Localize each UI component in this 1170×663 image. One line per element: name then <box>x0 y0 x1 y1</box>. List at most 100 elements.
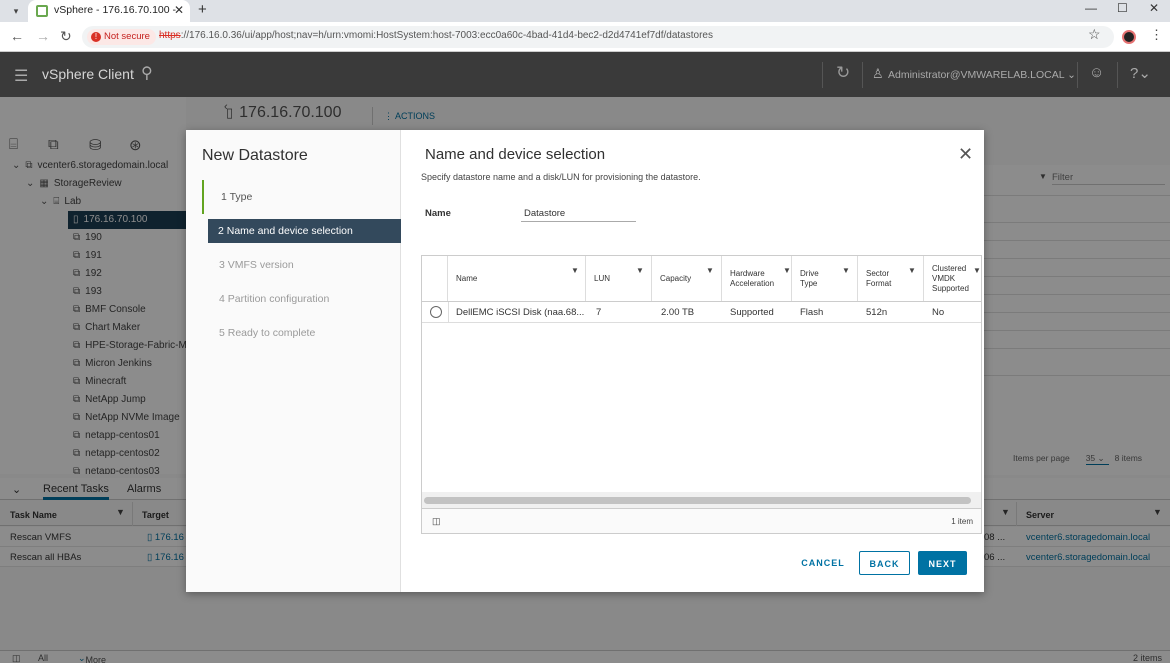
col-clustered-line1: Clustered <box>932 264 967 273</box>
device-sector-format: 512n <box>866 307 888 318</box>
step-type[interactable]: 1 Type <box>202 180 401 214</box>
col-sector-line2: Format <box>866 279 892 288</box>
not-secure-badge[interactable]: ! Not secure <box>87 29 156 45</box>
vsphere-favicon-icon <box>36 5 48 17</box>
new-tab-icon[interactable]: + <box>198 1 207 18</box>
vsphere-header: ☰ vSphere Client ⚲ ↻ ♙ Administrator@VMW… <box>0 52 1170 97</box>
maximize-icon[interactable]: ☐ <box>1117 1 1128 15</box>
wizard-content: Name and device selection Specify datast… <box>401 130 984 592</box>
new-datastore-dialog: New Datastore 1 Type 2 Name and device s… <box>186 130 984 592</box>
filter-icon[interactable]: ▼ <box>908 266 916 275</box>
search-icon[interactable]: ⚲ <box>141 63 153 83</box>
col-hw-accel-label: Hardware Acceleration <box>730 269 774 289</box>
device-name: DellEMC iSCSI Disk (naa.68... <box>456 307 585 318</box>
col-clustered-line3: Supported <box>932 284 969 293</box>
address-bar: ← → ↻ ! Not secure https://176.16.0.36/ui… <box>0 22 1170 52</box>
horizontal-scrollbar[interactable] <box>424 497 971 504</box>
step-vmfs-version: 3 VMFS version <box>219 259 294 271</box>
url-path: ://176.16.0.36/ui/app/host;nav=h/urn:vmo… <box>180 30 713 41</box>
close-icon[interactable]: ✕ <box>958 144 973 165</box>
hamburger-menu-icon[interactable]: ☰ <box>14 66 28 86</box>
device-drive-type: Flash <box>800 307 824 318</box>
wizard-title: New Datastore <box>202 147 308 164</box>
col-capacity[interactable]: Capacity ▼ <box>652 256 722 301</box>
col-capacity-label: Capacity <box>660 274 692 283</box>
device-radio[interactable] <box>430 306 442 318</box>
url-text[interactable]: https://176.16.0.36/ui/app/host;nav=h/ur… <box>159 30 713 41</box>
col-sector-line1: Sector <box>866 269 890 278</box>
bookmark-star-icon[interactable]: ☆ <box>1088 26 1101 43</box>
cancel-button[interactable]: CANCEL <box>798 551 848 575</box>
col-clustered-vmdk[interactable]: Clustered VMDK Supported ▼ <box>924 256 981 301</box>
header-divider <box>822 62 823 88</box>
forward-arrow-icon[interactable]: → <box>36 28 50 44</box>
filter-icon[interactable]: ▼ <box>706 266 714 275</box>
next-button[interactable]: NEXT <box>918 551 967 575</box>
browser-menu-icon[interactable]: ⋮ <box>1150 27 1163 43</box>
header-divider <box>1077 62 1078 88</box>
filter-icon[interactable]: ▼ <box>973 266 981 275</box>
feedback-smiley-icon[interactable]: ☺ <box>1089 64 1104 81</box>
reload-icon[interactable]: ↻ <box>60 28 72 45</box>
col-divider <box>448 302 449 322</box>
device-capacity: 2.00 TB <box>661 307 695 318</box>
step-partition: 4 Partition configuration <box>219 293 330 305</box>
col-name[interactable]: Name ▼ <box>448 256 586 301</box>
device-lun: 7 <box>596 307 602 318</box>
grid-footer: ◫ 1 item <box>422 508 981 533</box>
column-toggle-icon[interactable]: ◫ <box>432 516 441 527</box>
col-clustered-label: Clustered VMDK Supported <box>932 264 969 294</box>
device-clustered: No <box>932 307 945 318</box>
table-row[interactable]: DellEMC iSCSI Disk (naa.68... 7 2.00 TB … <box>422 302 981 323</box>
step-name-device[interactable]: 2 Name and device selection <box>208 219 401 243</box>
back-arrow-icon[interactable]: ← <box>10 28 24 44</box>
url-scheme: https <box>159 30 181 41</box>
col-sector-label: Sector Format <box>866 269 891 289</box>
filter-icon[interactable]: ▼ <box>571 266 579 275</box>
col-drive-type[interactable]: Drive Type ▼ <box>792 256 858 301</box>
back-button[interactable]: BACK <box>859 551 910 575</box>
refresh-icon[interactable]: ↻ <box>836 63 850 83</box>
help-icon[interactable]: ?⌄ <box>1130 64 1151 82</box>
url-omnibox[interactable]: ! Not secure https://176.16.0.36/ui/app/h… <box>82 26 1114 48</box>
profile-avatar-icon[interactable] <box>1122 30 1136 44</box>
tab-title: vSphere - 176.16.70.100 - Data <box>54 4 176 16</box>
header-divider <box>862 62 863 88</box>
close-tab-icon[interactable]: ✕ <box>174 3 184 17</box>
col-drive-line1: Drive <box>800 269 819 278</box>
close-window-icon[interactable]: ✕ <box>1149 1 1159 15</box>
col-select <box>422 256 448 301</box>
filter-icon[interactable]: ▼ <box>636 266 644 275</box>
wizard-steps: New Datastore 1 Type 2 Name and device s… <box>186 130 401 592</box>
col-drive-type-label: Drive Type <box>800 269 819 289</box>
warning-icon: ! <box>91 32 101 42</box>
col-lun-label: LUN <box>594 274 611 283</box>
col-hw-accel-line2: Acceleration <box>730 279 775 288</box>
not-secure-label: Not secure <box>104 31 150 42</box>
col-hw-accel-line1: Hardware <box>730 269 765 278</box>
header-divider <box>1117 62 1118 88</box>
pane-subtitle: Specify datastore name and a disk/LUN fo… <box>421 172 701 182</box>
browser-tab[interactable]: vSphere - 176.16.70.100 - Data ✕ <box>28 0 190 22</box>
col-lun[interactable]: LUN ▼ <box>586 256 652 301</box>
device-grid: Name ▼ LUN ▼ Capacity ▼ Hardware Accelera… <box>421 255 982 534</box>
pane-title: Name and device selection <box>425 146 606 163</box>
name-label: Name <box>425 208 451 219</box>
col-hw-accel[interactable]: Hardware Acceleration ▼ <box>722 256 792 301</box>
col-sector-format[interactable]: Sector Format ▼ <box>858 256 924 301</box>
filter-icon[interactable]: ▼ <box>783 266 791 275</box>
datastore-name-input[interactable] <box>521 206 636 222</box>
col-drive-line2: Type <box>800 279 818 288</box>
tab-search-icon[interactable]: ▾ <box>8 3 24 19</box>
col-clustered-line2: VMDK <box>932 274 956 283</box>
col-name-label: Name <box>456 274 478 283</box>
user-name: Administrator@VMWARELAB.LOCAL <box>888 69 1065 81</box>
filter-icon[interactable]: ▼ <box>842 266 850 275</box>
device-hw-accel: Supported <box>730 307 774 318</box>
app-title: vSphere Client <box>42 66 134 82</box>
minimize-icon[interactable]: — <box>1085 1 1097 15</box>
browser-tabbar: ▾ vSphere - 176.16.70.100 - Data ✕ + — ☐… <box>0 0 1170 22</box>
step-ready: 5 Ready to complete <box>219 327 316 339</box>
user-icon: ♙ <box>872 66 884 81</box>
user-menu[interactable]: Administrator@VMWARELAB.LOCAL ⌄ <box>888 69 1076 81</box>
